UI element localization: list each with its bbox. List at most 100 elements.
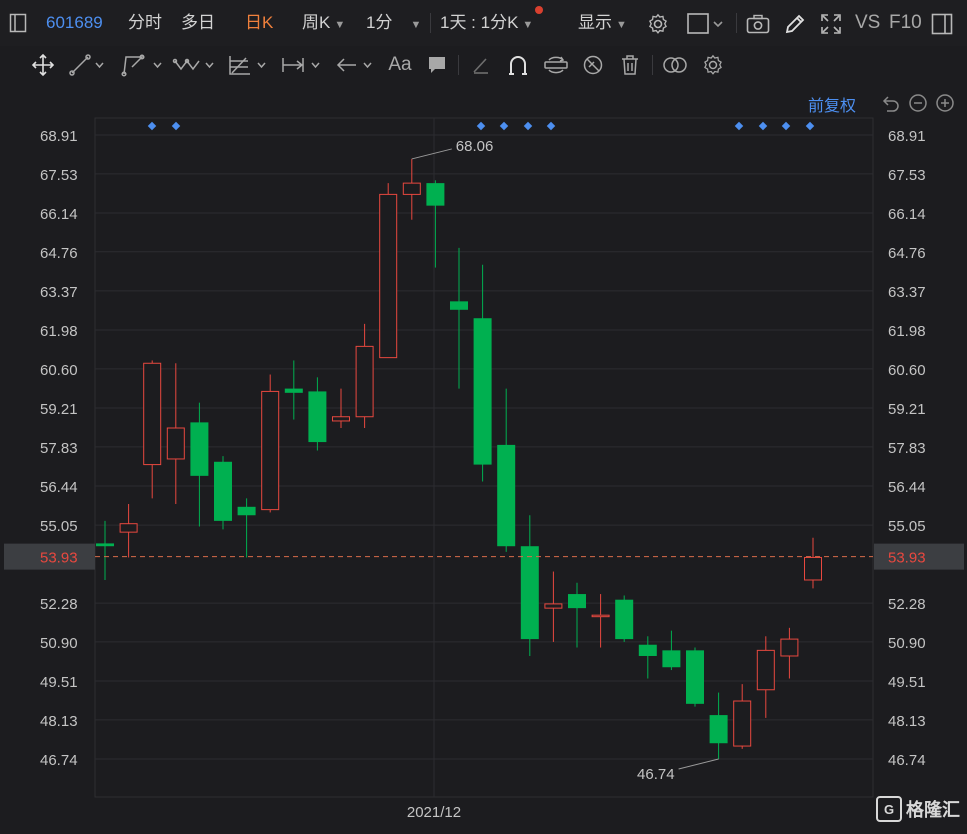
candle-body-down[interactable] bbox=[308, 391, 327, 443]
chevron-down-icon: ▼ bbox=[410, 19, 422, 31]
y-tick-label-left: 46.74 bbox=[40, 752, 78, 769]
period-select-label: 1天 : 1分K bbox=[440, 13, 519, 32]
trash-icon[interactable] bbox=[618, 52, 642, 78]
tab-weekly-k-label: 周K bbox=[302, 13, 331, 32]
candle-body-up[interactable] bbox=[733, 700, 752, 747]
hide-drawings-icon[interactable] bbox=[580, 52, 606, 78]
tab-daily-k[interactable]: 日K bbox=[245, 12, 273, 34]
candle-body-down[interactable] bbox=[284, 388, 303, 393]
y-tick-label-left: 60.60 bbox=[40, 362, 78, 379]
candle-body-up[interactable] bbox=[166, 427, 185, 460]
y-tick-label-left: 53.93 bbox=[40, 550, 78, 567]
candle-body-down[interactable] bbox=[568, 594, 586, 609]
y-axis-left: 68.91 67.53 66.14 64.76 63.37 61.98 60.60 59.21… bbox=[40, 128, 78, 769]
polyline-tool-icon[interactable] bbox=[120, 52, 166, 78]
display-menu-label: 显示 bbox=[578, 13, 612, 32]
y-tick-label-left: 50.90 bbox=[40, 635, 78, 652]
y-tick-label-left: 68.91 bbox=[40, 128, 78, 145]
fibonacci-tool-icon[interactable] bbox=[226, 52, 272, 78]
display-menu[interactable]: 显示 ▼ bbox=[578, 12, 627, 36]
wave-tool-icon[interactable] bbox=[172, 52, 218, 78]
magnet-icon[interactable] bbox=[505, 52, 531, 78]
stock-code[interactable]: 601689 bbox=[46, 12, 103, 34]
candle-body-down[interactable] bbox=[450, 301, 468, 310]
fullscreen-icon[interactable] bbox=[818, 12, 844, 36]
zoom-out-icon[interactable] bbox=[907, 92, 929, 114]
candle-body-down[interactable] bbox=[237, 506, 256, 516]
y-tick-label-right: 55.05 bbox=[888, 518, 926, 535]
candle-body-down[interactable] bbox=[709, 715, 728, 744]
candle-body-up[interactable] bbox=[591, 614, 610, 618]
candle-body-down[interactable] bbox=[615, 599, 634, 640]
candle-body-down[interactable] bbox=[686, 650, 704, 704]
candle-body-down[interactable] bbox=[662, 650, 681, 668]
tab-1-min[interactable]: 1分 ▼ bbox=[366, 12, 421, 36]
pencil-icon[interactable] bbox=[783, 12, 807, 36]
eraser-line-icon[interactable] bbox=[468, 52, 494, 78]
kline-chart-area: 2021/12 68.06 46.74 68.91 67.53 66.14 64.76 6… bbox=[0, 84, 967, 829]
y-tick-label-left: 66.14 bbox=[40, 206, 78, 223]
notification-dot bbox=[535, 6, 543, 14]
max-price-label: 68.06 bbox=[456, 138, 494, 155]
y-tick-label-left: 67.53 bbox=[40, 167, 78, 184]
y-tick-label-right: 64.76 bbox=[888, 245, 926, 262]
line-tool-icon[interactable] bbox=[68, 52, 108, 78]
candle-body-down[interactable] bbox=[190, 422, 209, 476]
candle-body-up[interactable] bbox=[780, 638, 799, 657]
candle-body-up[interactable] bbox=[261, 390, 280, 511]
zoom-in-icon[interactable] bbox=[934, 92, 956, 114]
tab-intraday[interactable]: 分时 bbox=[128, 12, 162, 34]
y-tick-label-left: 63.37 bbox=[40, 284, 78, 301]
y-tick-label-right: 63.37 bbox=[888, 284, 926, 301]
sidebar-toggle-icon[interactable] bbox=[8, 13, 28, 33]
adjust-mode-toggle[interactable]: 前复权 bbox=[808, 92, 856, 116]
gear-icon[interactable] bbox=[646, 12, 670, 36]
y-tick-label-right: 67.53 bbox=[888, 167, 926, 184]
drawing-settings-gear-icon[interactable] bbox=[700, 52, 726, 78]
period-select[interactable]: 1天 : 1分K ▼ bbox=[440, 12, 533, 36]
candle-body-up[interactable] bbox=[804, 556, 822, 581]
tab-weekly-k[interactable]: 周K ▼ bbox=[302, 12, 345, 36]
candle-body-up[interactable] bbox=[544, 603, 563, 609]
candle-body-up[interactable] bbox=[332, 416, 350, 422]
candle-body-down[interactable] bbox=[96, 543, 114, 547]
grid-lines: 2021/12 bbox=[94, 117, 874, 821]
measure-tool-icon[interactable] bbox=[280, 52, 326, 78]
comment-tool-icon[interactable] bbox=[424, 52, 450, 78]
y-tick-label-left: 55.05 bbox=[40, 518, 78, 535]
candle-body-up[interactable] bbox=[756, 649, 775, 691]
candle-body-down[interactable] bbox=[214, 461, 232, 521]
y-tick-label-right: 48.13 bbox=[888, 713, 926, 730]
y-tick-label-left: 61.98 bbox=[40, 323, 78, 340]
candle-body-up[interactable] bbox=[379, 193, 398, 359]
y-tick-label-left: 57.83 bbox=[40, 440, 78, 457]
vs-button[interactable]: VS bbox=[855, 12, 880, 34]
candle-body-up[interactable] bbox=[402, 182, 421, 195]
y-tick-label-right: 68.91 bbox=[888, 128, 926, 145]
candle-body-up[interactable] bbox=[119, 523, 138, 533]
y-tick-label-right: 61.98 bbox=[888, 323, 926, 340]
y-tick-label-left: 56.44 bbox=[40, 479, 78, 496]
panel-toggle-icon[interactable] bbox=[930, 12, 954, 36]
f10-button[interactable]: F10 bbox=[889, 12, 922, 34]
candle-body-down[interactable] bbox=[497, 444, 516, 547]
candle-body-down[interactable] bbox=[520, 546, 539, 640]
tab-multi-day[interactable]: 多日 bbox=[181, 12, 215, 34]
layout-square-icon[interactable] bbox=[686, 12, 726, 36]
candlestick-chart[interactable]: 2021/12 68.06 46.74 68.91 67.53 66.14 64.76 6… bbox=[0, 84, 967, 829]
arrow-tool-icon[interactable] bbox=[334, 52, 380, 78]
undo-icon[interactable] bbox=[880, 92, 902, 114]
sync-drawings-icon[interactable] bbox=[542, 52, 570, 78]
y-tick-label-right: 56.44 bbox=[888, 479, 926, 496]
text-tool-icon[interactable]: Aa bbox=[386, 52, 414, 78]
candle-body-up[interactable] bbox=[143, 362, 162, 466]
candle-body-down[interactable] bbox=[426, 183, 445, 206]
y-tick-label-right: 57.83 bbox=[888, 440, 926, 457]
candle-body-up[interactable] bbox=[355, 345, 374, 418]
move-icon[interactable] bbox=[30, 52, 56, 78]
camera-icon[interactable] bbox=[745, 12, 771, 36]
candle-body-down[interactable] bbox=[473, 318, 492, 465]
compare-icon[interactable] bbox=[660, 52, 690, 78]
brand-name: 格隆汇 bbox=[906, 800, 960, 820]
candle-body-down[interactable] bbox=[638, 644, 657, 656]
